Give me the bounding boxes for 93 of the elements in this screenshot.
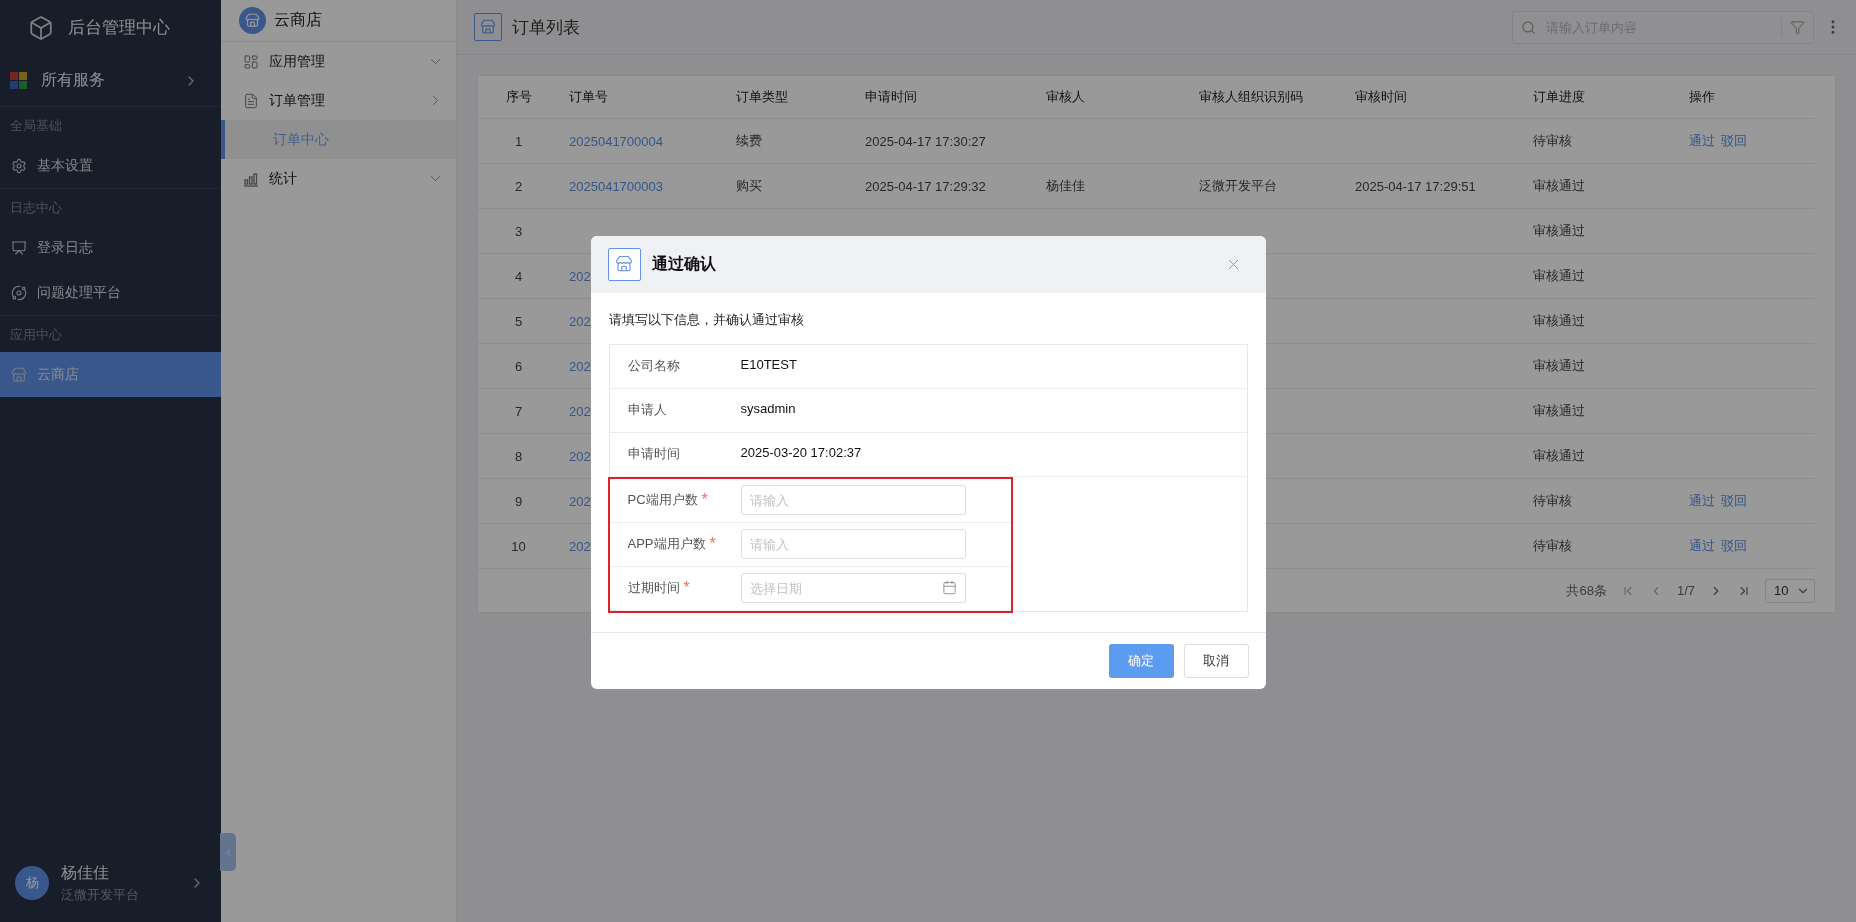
all-services-menu[interactable]: 所有服务 xyxy=(0,55,222,107)
table-cell-text: 待审核 xyxy=(1532,537,1573,555)
bar-chart-icon xyxy=(243,170,260,187)
user-name: 杨佳佳 xyxy=(61,862,110,883)
table-cell-text: 7 xyxy=(513,403,524,419)
action-link[interactable]: 通过 xyxy=(1689,492,1715,510)
action-link[interactable]: 驳回 xyxy=(1721,537,1747,555)
menu-item[interactable]: 应用管理 xyxy=(221,42,456,81)
field-value: E10TEST xyxy=(740,356,797,372)
total-count: 共68条 xyxy=(1566,581,1607,600)
field-value: sysadmin xyxy=(740,400,796,416)
field-label: 公司名称 xyxy=(627,357,680,375)
table-cell-text: 泛微开发平台 xyxy=(1198,177,1278,195)
cube-logo-icon xyxy=(28,14,54,41)
table-cell-text: 审核通过 xyxy=(1532,267,1586,285)
field-value: 2025-03-20 17:02:37 xyxy=(740,444,862,460)
calendar-icon xyxy=(941,580,957,595)
field-label: 申请人 xyxy=(627,401,667,419)
table-cell-text: 2 xyxy=(513,178,524,194)
store-badge-icon xyxy=(239,7,267,34)
input-field[interactable]: 请输入 xyxy=(740,485,966,515)
dialog-title: 通过确认 xyxy=(651,253,717,274)
table-cell-text: 审核通过 xyxy=(1532,402,1586,420)
store-icon xyxy=(474,13,502,41)
user-avatar: 杨 xyxy=(15,866,49,900)
column-header: 申请时间 xyxy=(864,88,918,106)
column-header: 订单进度 xyxy=(1532,88,1586,106)
table-cell-text: 2025-04-17 17:29:51 xyxy=(1354,178,1477,194)
table-cell-text: 3 xyxy=(513,223,524,239)
page-size-select[interactable]: 10 xyxy=(1765,578,1815,603)
table-cell-text: 购买 xyxy=(735,177,763,195)
panel-title: 云商店 xyxy=(274,10,323,30)
sidebar-item[interactable]: 云商店 xyxy=(0,352,222,397)
grid-icon xyxy=(10,72,27,89)
store-icon xyxy=(11,366,27,383)
cancel-button[interactable]: 取消 xyxy=(1183,643,1249,678)
document-icon xyxy=(243,92,260,109)
store-icon xyxy=(607,247,641,281)
table-cell-text: 2025-04-17 17:29:32 xyxy=(864,178,987,194)
input-field[interactable]: 请输入 xyxy=(740,529,966,559)
table-cell-text: 审核通过 xyxy=(1532,312,1586,330)
app-title: 后台管理中心 xyxy=(68,17,170,39)
table-cell-text: 4 xyxy=(513,268,524,284)
table-cell-text: 杨佳佳 xyxy=(1045,177,1086,195)
action-link[interactable]: 驳回 xyxy=(1721,132,1747,150)
column-header: 订单号 xyxy=(568,88,609,106)
field-label: PC端用户数 xyxy=(627,491,698,509)
table-cell-text: 6 xyxy=(513,358,524,374)
planet-icon xyxy=(11,284,27,301)
table-cell-text: 审核通过 xyxy=(1532,447,1586,465)
required-mark: * xyxy=(701,491,708,509)
required-mark: * xyxy=(683,579,690,597)
collapse-handle[interactable] xyxy=(220,833,237,871)
menu-item[interactable]: 统计 xyxy=(221,159,456,198)
table-cell-text: 9 xyxy=(513,493,524,509)
table-cell-text: 待审核 xyxy=(1532,132,1573,150)
table-cell-text: 审核通过 xyxy=(1532,357,1586,375)
table-cell-text: 2025-04-17 17:30:27 xyxy=(864,133,987,149)
order-link[interactable]: 2025041700004 xyxy=(559,133,726,149)
filter-icon[interactable] xyxy=(1790,19,1805,35)
date-field[interactable]: 选择日期 xyxy=(740,573,966,603)
column-header: 订单类型 xyxy=(735,88,789,106)
app-icon xyxy=(243,53,260,70)
table-cell-text: 5 xyxy=(513,313,524,329)
table-cell-text: 审核通过 xyxy=(1532,222,1586,240)
table-cell-text: 待审核 xyxy=(1532,492,1573,510)
table-cell-text: 10 xyxy=(510,538,527,554)
column-header: 审核人 xyxy=(1045,88,1086,106)
action-link[interactable]: 通过 xyxy=(1689,537,1715,555)
action-link[interactable]: 通过 xyxy=(1689,132,1715,150)
confirm-button[interactable]: 确定 xyxy=(1108,643,1174,678)
menu-item[interactable]: 订单管理 xyxy=(221,81,456,120)
settings-icon xyxy=(11,157,27,174)
page-indicator: 1/7 xyxy=(1676,583,1695,598)
dialog-intro: 请填写以下信息，并确认通过审核 xyxy=(608,310,805,329)
search-icon xyxy=(1521,19,1536,35)
column-header: 操作 xyxy=(1688,88,1716,106)
table-cell-text: 续费 xyxy=(735,132,763,150)
field-label: 申请时间 xyxy=(627,445,680,463)
page-title: 订单列表 xyxy=(512,16,581,39)
table-cell-text: 审核通过 xyxy=(1532,177,1586,195)
table-cell-text: 8 xyxy=(513,448,524,464)
table-cell-text: 1 xyxy=(513,133,524,149)
required-mark: * xyxy=(709,535,716,553)
action-link[interactable]: 驳回 xyxy=(1721,492,1747,510)
column-header: 审核人组织识别码 xyxy=(1198,88,1304,106)
column-header: 审核时间 xyxy=(1354,88,1408,106)
column-header: 序号 xyxy=(504,88,533,106)
field-label: APP端用户数 xyxy=(627,535,706,553)
field-label: 过期时间 xyxy=(627,579,680,597)
order-link[interactable]: 2025041700003 xyxy=(559,178,726,194)
submenu-item[interactable]: 订单中心 xyxy=(221,120,456,159)
monitor-icon xyxy=(11,239,27,256)
